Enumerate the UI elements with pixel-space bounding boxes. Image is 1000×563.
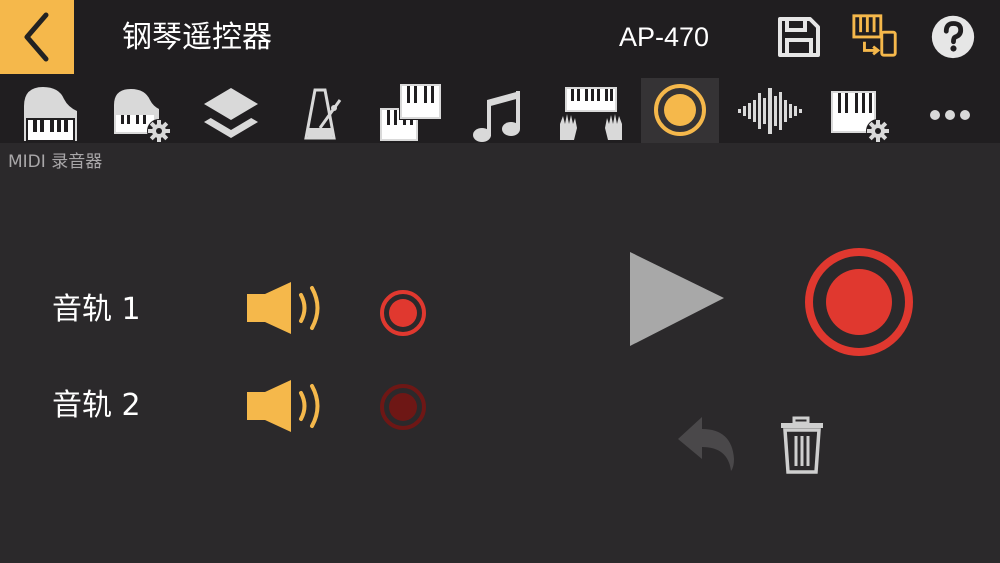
track-2-speaker-icon[interactable] [245, 378, 325, 434]
model-name: AP-470 [619, 22, 710, 52]
grand-piano-icon [24, 87, 77, 141]
tab-keyboard-settings[interactable] [821, 78, 899, 143]
app-title: 钢琴遥控器 [122, 20, 272, 55]
layers-icon [204, 88, 258, 138]
record-button[interactable] [803, 246, 915, 358]
keyboard-settings-icon [831, 91, 890, 143]
piano-settings-icon [114, 89, 171, 143]
play-button[interactable] [626, 250, 726, 350]
tab-layers[interactable] [192, 78, 270, 143]
tab-metronome[interactable] [282, 78, 360, 143]
track-1-speaker-icon[interactable] [245, 280, 325, 336]
save-icon[interactable] [773, 10, 823, 62]
function-tab-bar [0, 78, 1000, 143]
back-button[interactable] [0, 0, 74, 74]
metronome-icon [304, 88, 342, 140]
tab-piano-settings[interactable] [102, 78, 180, 143]
track-1-label: 音轨 1 [52, 292, 141, 327]
back-arrow-icon [24, 12, 49, 62]
section-title: MIDI 录音器 [8, 152, 103, 172]
header-bar: 钢琴遥控器 AP-470 [0, 0, 1000, 78]
undo-button[interactable] [676, 413, 738, 475]
more-icon [930, 110, 970, 120]
waveform-icon [738, 88, 802, 134]
music-note-icon [473, 91, 520, 142]
tab-lesson[interactable] [552, 78, 630, 143]
record-circle-icon [654, 84, 706, 136]
track-2-label: 音轨 2 [52, 388, 141, 423]
tab-songs[interactable] [462, 78, 540, 143]
tab-audio[interactable] [731, 78, 809, 143]
tab-recorder[interactable] [641, 78, 719, 143]
midi-recorder-screen: 钢琴遥控器 AP-470 MIDI 录音器 音轨 1 音轨 2 [0, 0, 1000, 563]
track-1-record-arm-button[interactable] [379, 289, 427, 337]
track-2-record-arm-button[interactable] [379, 383, 427, 431]
help-icon[interactable] [928, 10, 978, 62]
tab-piano[interactable] [12, 78, 90, 143]
tab-dual-keyboard[interactable] [372, 78, 450, 143]
dual-keyboard-icon [380, 83, 442, 141]
device-connect-icon[interactable] [851, 10, 901, 62]
hands-keyboard-icon [560, 87, 622, 140]
delete-button[interactable] [778, 415, 826, 475]
tab-more[interactable] [911, 78, 989, 143]
